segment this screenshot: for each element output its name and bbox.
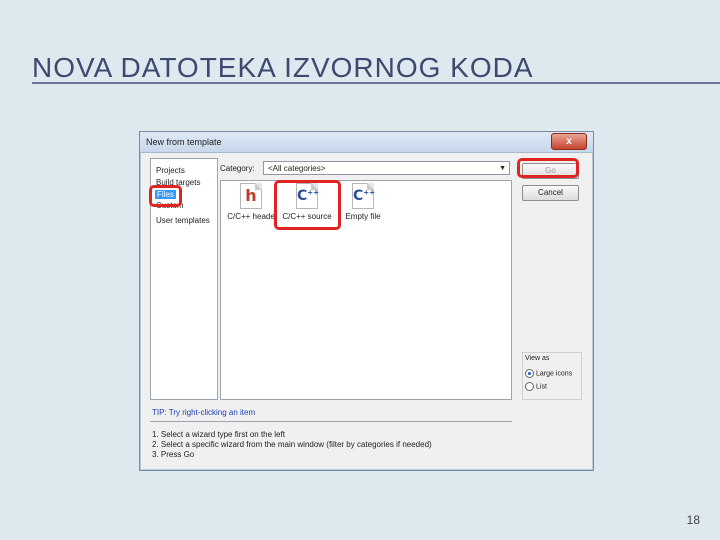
template-label: Empty file	[345, 212, 381, 221]
template-label: C/C++ heade	[227, 212, 275, 221]
cpp-source-highlight	[274, 180, 341, 230]
title-underline	[32, 82, 720, 84]
category-item-projects[interactable]: Projects	[156, 166, 185, 175]
view-as-group: View as Large icons List	[522, 352, 582, 400]
template-c-cpp-header[interactable]: h C/C++ heade	[224, 183, 278, 221]
instructions: 1. Select a wizard type first on the lef…	[152, 430, 432, 460]
dialog-titlebar[interactable]: New from template x	[140, 132, 593, 153]
instruction-step-3: 3. Press Go	[152, 450, 195, 459]
go-button-highlight	[517, 158, 579, 178]
large-icons-option[interactable]: Large icons	[525, 369, 572, 378]
files-highlight	[149, 185, 182, 207]
dialog-title: New from template	[146, 137, 222, 147]
radio-selected-icon[interactable]	[525, 369, 534, 378]
header-file-icon: h	[240, 183, 262, 209]
view-as-title: View as	[525, 355, 550, 362]
tip-text: TIP: Try right-clicking an item	[152, 408, 256, 417]
slide-title: NOVA DATOTEKA IZVORNOG KODA	[32, 52, 534, 83]
instruction-step-2: 2. Select a specific wizard from the mai…	[152, 440, 432, 449]
new-from-template-dialog: New from template x Projects Build targe…	[139, 131, 594, 471]
category-dropdown[interactable]: <All categories> ▼	[263, 161, 510, 175]
cancel-button[interactable]: Cancel	[522, 185, 579, 201]
close-icon: x	[566, 136, 572, 147]
instruction-step-1: 1. Select a wizard type first on the lef…	[152, 430, 285, 439]
category-item-user-templates[interactable]: User templates	[156, 216, 210, 225]
large-icons-label: Large icons	[536, 370, 573, 378]
divider	[150, 421, 512, 422]
category-dropdown-value: <All categories>	[268, 164, 326, 173]
list-label: List	[536, 383, 547, 391]
template-empty-file[interactable]: C++ Empty file	[336, 183, 390, 221]
chevron-down-icon: ▼	[499, 165, 506, 172]
empty-file-icon: C++	[352, 183, 375, 209]
slide-number: 18	[686, 513, 700, 527]
radio-icon[interactable]	[525, 382, 534, 391]
close-button[interactable]: x	[551, 133, 587, 150]
template-panel[interactable]: h C/C++ heade C++ C/C++ source C++ Empty…	[220, 180, 512, 400]
list-option[interactable]: List	[525, 382, 547, 391]
category-label: Category:	[220, 164, 255, 173]
